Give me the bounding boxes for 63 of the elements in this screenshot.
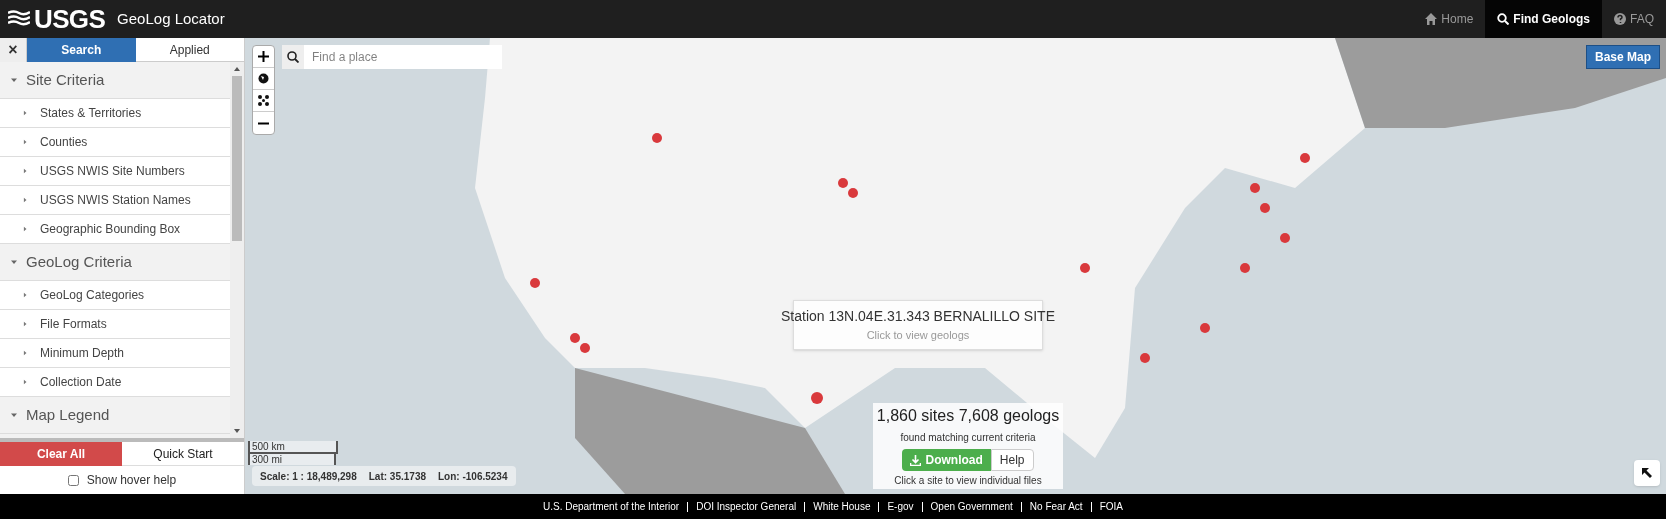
clear-all-button[interactable]: Clear All <box>0 442 122 466</box>
criteria-item[interactable]: USGS NWIS Site Numbers <box>0 157 230 186</box>
house-icon <box>1425 13 1438 25</box>
station-title: Station 13N.04E.31.343 BERNALILLO SITE <box>781 307 1055 327</box>
nav-link[interactable]: Home <box>1413 0 1486 38</box>
plus-icon <box>258 51 269 62</box>
tooltip-hint: Click to view geologs <box>866 328 970 344</box>
criteria-item[interactable]: Collection Date <box>0 368 230 397</box>
footer-link[interactable]: White House <box>804 501 871 512</box>
footer-link[interactable]: No Fear Act <box>1020 501 1083 512</box>
caret-icon <box>22 139 28 145</box>
place-search-field[interactable]: Find a place <box>304 45 502 69</box>
caret-icon <box>22 168 28 174</box>
nav-link[interactable]: FAQ <box>1602 0 1666 38</box>
criteria-item[interactable]: States & Territories <box>0 99 230 128</box>
checkbox-label: Show hover help <box>86 472 177 489</box>
scrollbar[interactable] <box>230 62 244 438</box>
footer-link[interactable]: DOI Inspector General <box>687 501 797 512</box>
arrow-icon <box>1641 467 1653 479</box>
caret-icon <box>22 197 28 203</box>
footer-link[interactable]: FOIA <box>1090 501 1123 512</box>
caret-icon <box>22 110 28 116</box>
criteria-item[interactable]: GeoLog Categories <box>0 281 230 310</box>
footer-link[interactable]: Open Government <box>921 501 1013 512</box>
latitude-readout: Lat: 35.1738 <box>368 469 426 484</box>
dots-icon <box>258 95 269 106</box>
scale-readout: Scale: 1 : 18,489,298 <box>260 469 357 484</box>
caret-icon <box>22 321 28 327</box>
caret-icon <box>22 292 28 298</box>
criteria-item[interactable]: Geographic Bounding Box <box>0 215 230 244</box>
download-icon <box>910 454 922 466</box>
logo-waves-icon <box>8 10 30 28</box>
caret-icon <box>22 226 28 232</box>
caret-icon <box>22 379 28 385</box>
hover-help-checkbox[interactable] <box>67 474 79 486</box>
search-button[interactable] <box>282 45 304 69</box>
results-subtitle: found matching current criteria <box>900 431 1036 445</box>
globe-icon <box>258 73 269 84</box>
criteria-item[interactable]: Minimum Depth <box>0 339 230 368</box>
longitude-readout: Lon: -106.5234 <box>438 469 508 484</box>
question-icon <box>1614 13 1626 25</box>
caret-icon <box>10 411 18 419</box>
results-note: Click a site to view individual files <box>894 474 1042 488</box>
criteria-item[interactable]: File Formats <box>0 310 230 339</box>
logo-text: USGS <box>34 6 106 32</box>
caret-icon <box>10 258 18 266</box>
sidebar-tab[interactable]: Search <box>27 38 136 62</box>
search-icon <box>1497 13 1510 25</box>
caret-icon <box>22 350 28 356</box>
expand-button[interactable] <box>1634 460 1660 486</box>
results-count: 1,860 sites 7,608 geologs <box>876 406 1060 426</box>
scale-bar: 500 km 300 mi <box>248 441 338 465</box>
nav-link[interactable]: Find Geologs <box>1485 0 1602 38</box>
criteria-item[interactable]: USGS NWIS Station Names <box>0 186 230 215</box>
app-title: GeoLog Locator <box>117 8 225 29</box>
close-button[interactable]: × <box>0 38 27 62</box>
caret-icon <box>10 76 18 84</box>
base-map-button[interactable]: Base Map <box>1585 45 1660 69</box>
footer-link[interactable]: E-gov <box>878 501 914 512</box>
footer-link[interactable]: U.S. Department of the Interior <box>543 501 680 512</box>
criteria-item[interactable]: Counties <box>0 128 230 157</box>
help-button[interactable]: Help <box>990 449 1034 471</box>
search-icon <box>287 51 299 63</box>
